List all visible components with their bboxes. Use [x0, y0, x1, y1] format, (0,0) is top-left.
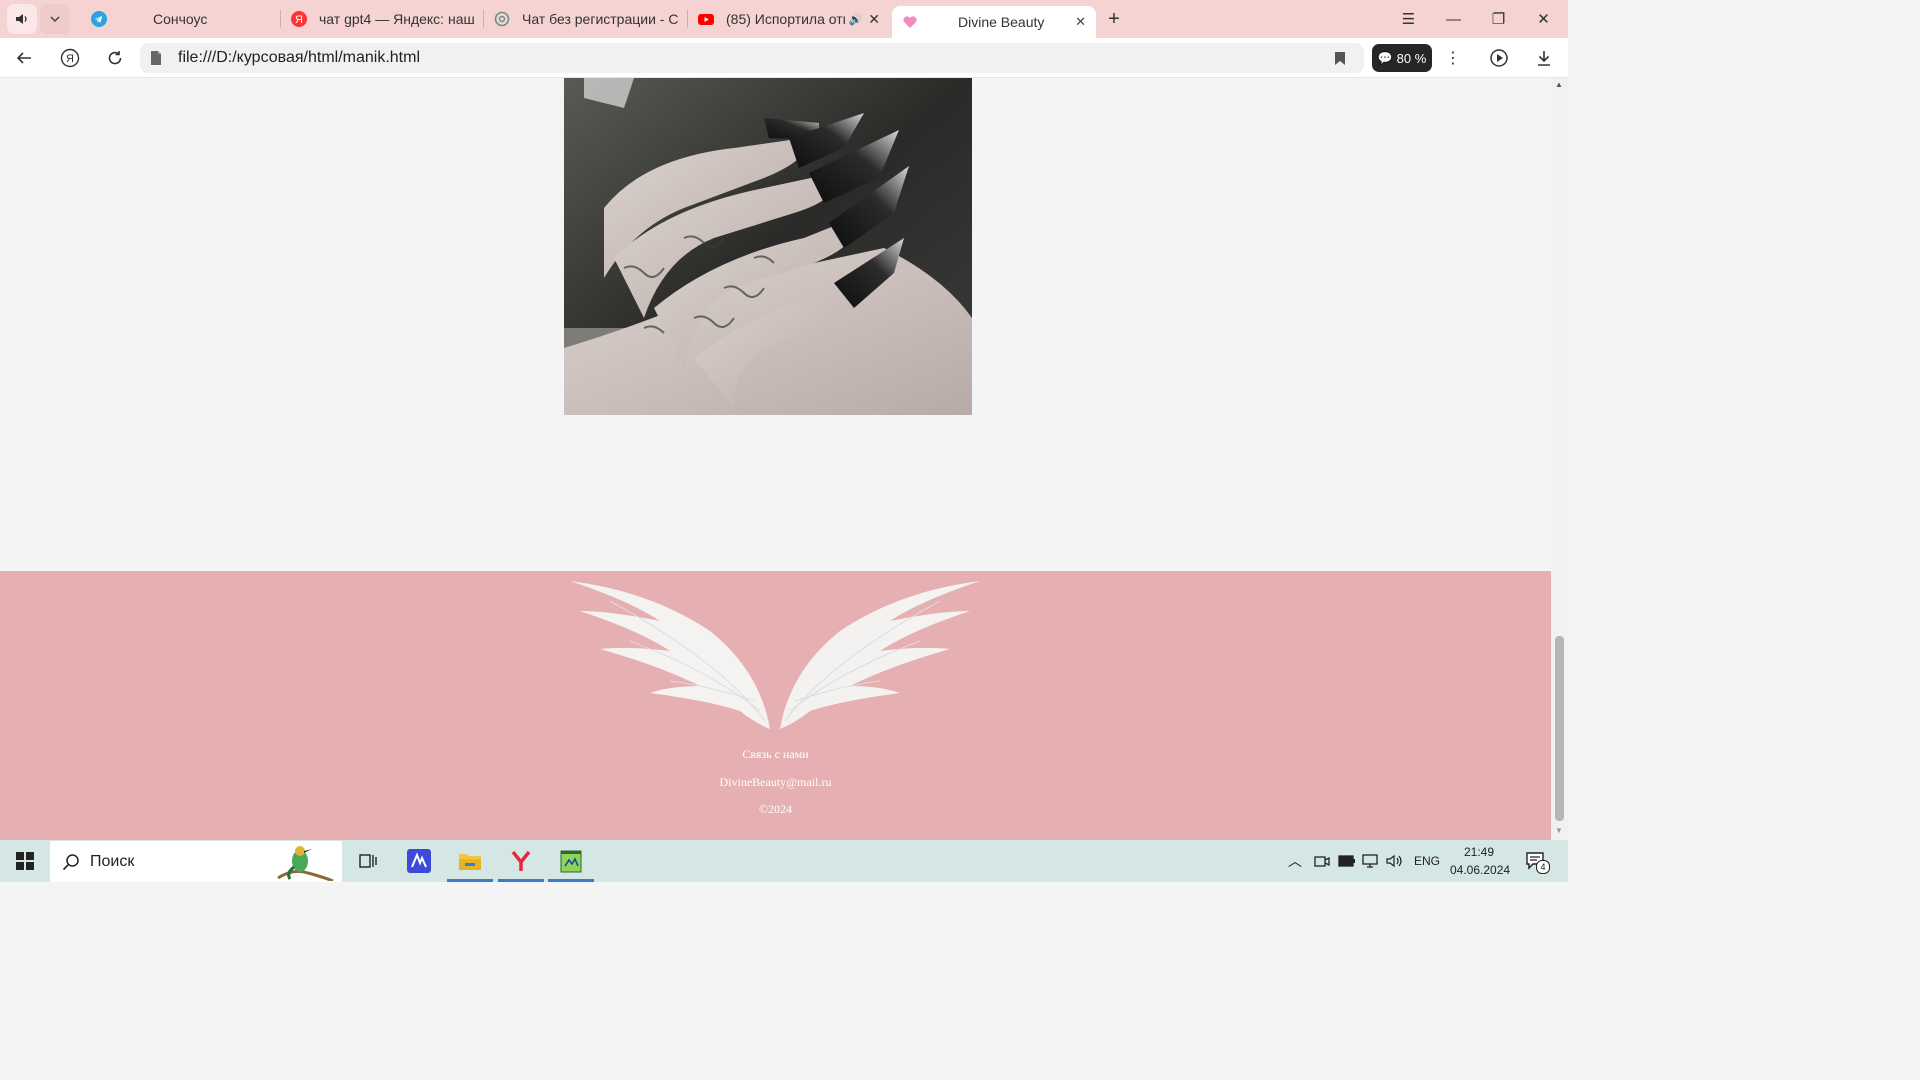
- tab-title: Чат без регистрации - ChatGPT: [522, 11, 678, 27]
- youtube-icon: [698, 11, 714, 27]
- url-text: file:///D:/курсовая/html/manik.html: [178, 49, 421, 66]
- taskbar-app-notepad[interactable]: [548, 840, 594, 882]
- close-icon[interactable]: ✕: [868, 11, 880, 28]
- editor-app-icon: [407, 849, 431, 873]
- url-field[interactable]: file:///D:/курсовая/html/manik.html: [140, 43, 1364, 73]
- manicure-photo: [564, 78, 972, 415]
- copyright-text: ©2024: [758, 802, 793, 816]
- volume-icon[interactable]: [1386, 853, 1404, 869]
- tab-title: Divine Beauty: [958, 14, 1045, 30]
- tab-title: чат gpt4 — Яндекс: нашлось: [319, 11, 474, 27]
- tab-youtube[interactable]: (85) Испортила отпуск 🔊 ✕: [688, 0, 890, 38]
- more-options-button[interactable]: ⋮: [1438, 43, 1468, 73]
- taskbar-app-explorer[interactable]: [447, 840, 493, 882]
- tab-strip: Сончоус Я чат gpt4 — Яндекс: нашлось Чат…: [0, 0, 1568, 38]
- search-placeholder: Поиск: [90, 852, 135, 870]
- meet-now-icon[interactable]: [1314, 853, 1330, 869]
- minimize-icon: —: [1446, 10, 1461, 28]
- scroll-up-icon[interactable]: ▲: [1555, 80, 1563, 89]
- download-icon: [1538, 51, 1550, 66]
- bird-icon: [277, 846, 334, 881]
- angel-wings-logo: [570, 571, 980, 731]
- zoom-level: 80 %: [1396, 50, 1427, 66]
- folder-icon: [459, 854, 481, 870]
- tray-overflow-icon[interactable]: ︿: [1288, 851, 1302, 871]
- tab-yandex-search[interactable]: Я чат gpt4 — Яндекс: нашлось: [281, 0, 484, 38]
- restore-icon: ❐: [1491, 11, 1506, 28]
- windows-taskbar: Поиск ︿ ENG 21:49 04.06.2024 4: [0, 840, 1568, 882]
- yandex-icon: Я: [291, 11, 307, 27]
- tab-telegram[interactable]: Сончоус: [81, 0, 281, 38]
- close-icon: ✕: [1537, 11, 1550, 28]
- svg-text:Я: Я: [295, 14, 303, 26]
- audio-playing-icon[interactable]: 🔊: [849, 13, 863, 26]
- svg-text:Я: Я: [66, 53, 74, 65]
- file-icon: [151, 51, 161, 65]
- speaker-icon: [16, 14, 27, 24]
- contact-heading: Связь с нами: [742, 747, 809, 761]
- mute-tabs-button[interactable]: [7, 4, 37, 34]
- notepad-icon: [560, 850, 582, 873]
- vertical-scrollbar[interactable]: ▲ ▼: [1551, 78, 1568, 840]
- task-view-button[interactable]: [345, 840, 391, 882]
- hamburger-icon: ☰: [1401, 11, 1416, 28]
- chat-bubble-icon: 💬: [1377, 51, 1393, 65]
- network-icon[interactable]: [1362, 853, 1380, 869]
- notification-count: 4: [1536, 860, 1550, 874]
- start-button[interactable]: [0, 840, 50, 882]
- yandex-logo-icon: Я: [60, 48, 80, 68]
- clock-time[interactable]: 21:49: [1464, 845, 1494, 859]
- bookmark-icon[interactable]: [1334, 51, 1346, 66]
- input-language[interactable]: ENG: [1414, 854, 1440, 868]
- minimize-button[interactable]: —: [1431, 0, 1476, 38]
- scrollbar-thumb[interactable]: [1555, 636, 1564, 821]
- tab-title: (85) Испортила отпуск: [726, 11, 845, 27]
- contact-email[interactable]: DivineBeauty@mail.ru: [0, 775, 1551, 790]
- tabs-menu-button[interactable]: [40, 4, 70, 34]
- close-window-button[interactable]: ✕: [1521, 0, 1566, 38]
- telegram-icon: [91, 11, 107, 27]
- taskbar-search[interactable]: Поиск: [50, 841, 342, 882]
- reload-icon: [108, 51, 122, 65]
- close-icon[interactable]: ✕: [1075, 14, 1086, 30]
- play-circle-icon: [1490, 49, 1508, 67]
- page-viewport: Связь с нами DivineBeauty@mail.ru ©2024: [0, 78, 1551, 840]
- restore-button[interactable]: ❐: [1476, 0, 1521, 38]
- browser-menu-button[interactable]: ☰: [1386, 0, 1431, 38]
- reload-button[interactable]: [100, 43, 130, 73]
- downloads-button[interactable]: [1529, 43, 1559, 73]
- scroll-down-icon[interactable]: ▼: [1555, 826, 1563, 835]
- openai-icon: [494, 11, 510, 27]
- media-play-button[interactable]: [1484, 43, 1514, 73]
- tab-chatgpt[interactable]: Чат без регистрации - ChatGPT: [484, 0, 688, 38]
- new-tab-button[interactable]: +: [1102, 7, 1126, 31]
- taskbar-app-yandex-browser[interactable]: [498, 840, 544, 882]
- tab-title: Сончоус: [153, 11, 208, 27]
- task-view-icon: [359, 854, 377, 868]
- windows-logo-icon: [16, 852, 34, 870]
- vertical-dots-icon: ⋮: [1445, 50, 1461, 67]
- taskbar-app-editor[interactable]: [396, 840, 442, 882]
- arrow-left-icon: [16, 52, 31, 64]
- notifications-button[interactable]: 4: [1525, 850, 1550, 874]
- site-footer: Связь с нами DivineBeauty@mail.ru ©2024: [0, 571, 1551, 840]
- heart-icon: [902, 14, 918, 30]
- zoom-indicator[interactable]: 💬 80 %: [1372, 44, 1432, 72]
- address-bar: Я file:///D:/курсовая/html/manik.html 💬 …: [0, 38, 1568, 78]
- tab-divine-beauty[interactable]: Divine Beauty ✕: [892, 6, 1096, 38]
- yandex-home-button[interactable]: Я: [55, 43, 85, 73]
- chevron-down-icon: [50, 16, 60, 23]
- clock-date[interactable]: 04.06.2024: [1450, 863, 1510, 877]
- plus-icon: +: [1108, 7, 1120, 30]
- search-icon: [62, 853, 79, 870]
- battery-icon[interactable]: [1338, 854, 1356, 868]
- yandex-browser-icon: [511, 850, 531, 871]
- back-button[interactable]: [9, 43, 39, 73]
